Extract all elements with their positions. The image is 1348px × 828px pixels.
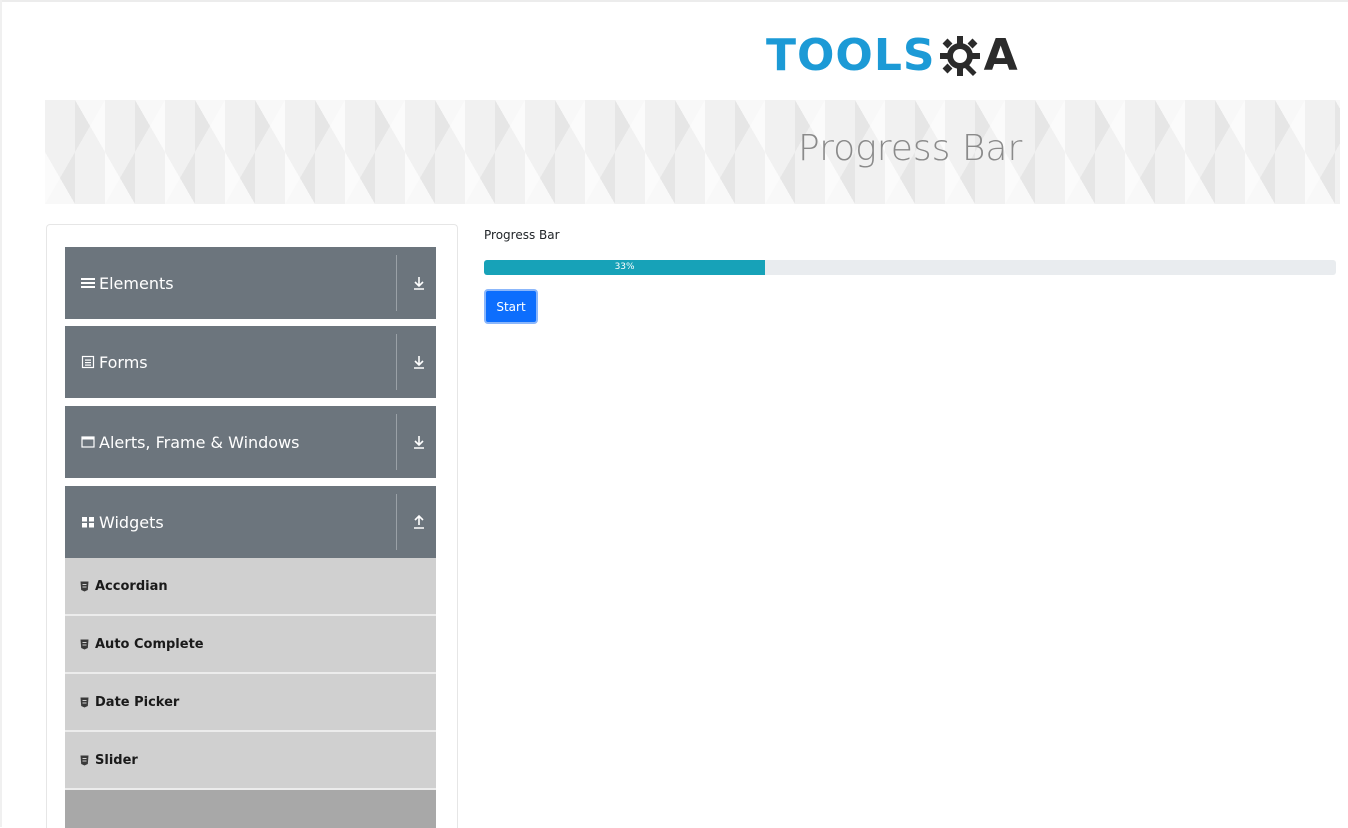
- download-arrow-icon[interactable]: [409, 432, 429, 452]
- frame-top-border: [0, 0, 1348, 2]
- hamburger-icon: [81, 278, 95, 288]
- sidebar-group-elements[interactable]: Elements: [65, 247, 436, 319]
- grid-icon: [82, 517, 94, 528]
- form-icon: [81, 355, 95, 369]
- page-banner: Progress Bar: [45, 100, 1340, 204]
- sidebar-item-progress-bar-active[interactable]: [65, 790, 436, 828]
- group-divider: [396, 334, 397, 390]
- sidebar-group-widgets[interactable]: Widgets: [65, 486, 436, 558]
- shield-icon: [80, 697, 89, 707]
- upload-arrow-icon[interactable]: [409, 512, 429, 532]
- sidebar-group-forms[interactable]: Forms: [65, 326, 436, 398]
- sidebar-item-label: Auto Complete: [95, 636, 204, 652]
- sidebar-item-label: Slider: [95, 752, 138, 768]
- group-divider: [396, 414, 397, 470]
- sidebar-item-auto-complete[interactable]: Auto Complete: [65, 616, 436, 674]
- sidebar-group-label: Widgets: [99, 512, 164, 532]
- download-arrow-icon[interactable]: [409, 273, 429, 293]
- progress-bar-fill: 33%: [484, 260, 766, 275]
- sidebar-item-label: Date Picker: [95, 694, 180, 710]
- progress-bar-track: 33%: [484, 260, 1336, 275]
- shield-icon: [80, 639, 89, 649]
- group-divider: [396, 494, 397, 550]
- sidebar-item-date-picker[interactable]: Date Picker: [65, 674, 436, 732]
- sidebar-item-label: Accordian: [95, 578, 168, 594]
- group-divider: [396, 255, 397, 311]
- logo-text: TOOLS: [766, 30, 936, 81]
- sidebar-group-label: Alerts, Frame & Windows: [99, 432, 300, 452]
- logo-suffix: A: [983, 30, 1018, 81]
- site-logo[interactable]: TOOLS A: [766, 22, 1066, 90]
- gear-magnifier-icon: [939, 36, 980, 77]
- window-icon: [81, 436, 95, 448]
- download-arrow-icon[interactable]: [409, 352, 429, 372]
- frame-left-border: [0, 0, 2, 827]
- sidebar-item-accordian[interactable]: Accordian: [65, 558, 436, 616]
- sidebar-group-label: Elements: [99, 273, 174, 293]
- sidebar-group-label: Forms: [99, 352, 148, 372]
- sidebar-item-slider[interactable]: Slider: [65, 732, 436, 790]
- page-title: Progress Bar: [798, 128, 1023, 169]
- sidebar-group-alerts[interactable]: Alerts, Frame & Windows: [65, 406, 436, 478]
- start-button[interactable]: Start: [484, 289, 538, 324]
- progress-bar-label: Progress Bar: [484, 228, 560, 242]
- sidebar: Elements Forms Alerts, Frame & Windows W…: [46, 224, 458, 828]
- shield-icon: [80, 581, 89, 591]
- shield-icon: [80, 755, 89, 765]
